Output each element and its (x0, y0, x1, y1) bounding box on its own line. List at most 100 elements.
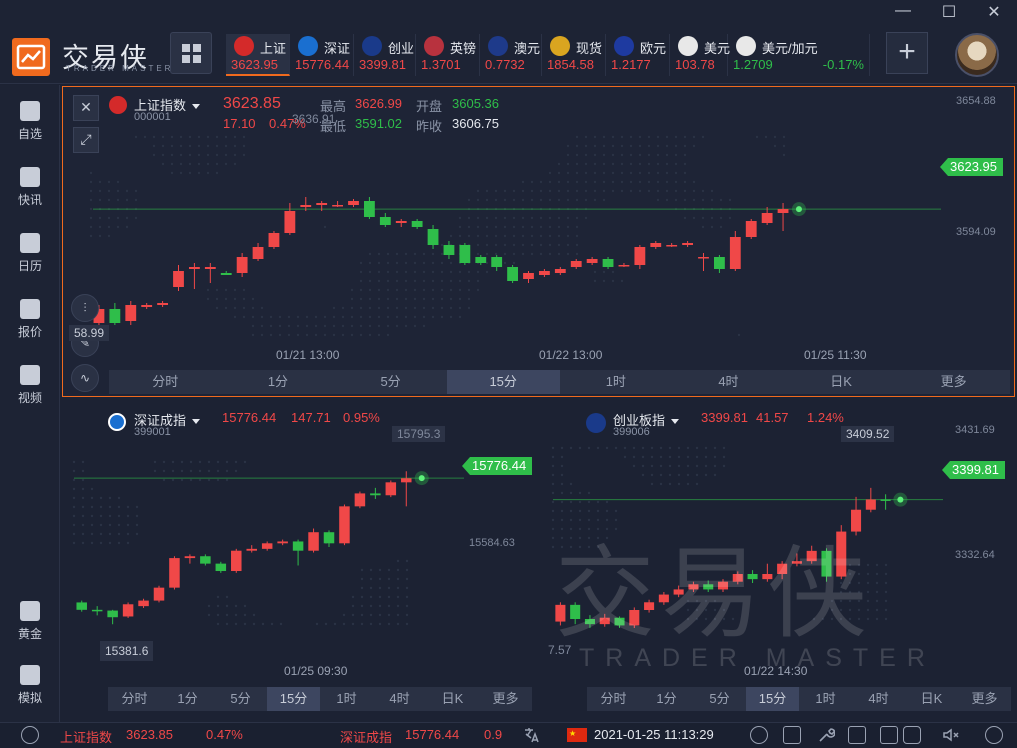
period-tab-1[interactable]: 分时 (108, 687, 161, 711)
candle (762, 563, 773, 582)
indicator-tool[interactable]: ∿ (71, 364, 99, 392)
ticker-2[interactable]: 深证 15776.44 (290, 34, 354, 76)
candle-body (555, 604, 566, 622)
candle (401, 471, 412, 507)
candle-body (261, 543, 273, 549)
close-button[interactable]: ✕ (982, 2, 1006, 22)
period-tab-2[interactable]: 1分 (640, 687, 693, 711)
candle-body (200, 556, 211, 564)
candle (395, 219, 407, 227)
candle-body (268, 233, 280, 247)
news-icon (20, 167, 40, 187)
sidebar-item-7[interactable]: 模拟 (0, 657, 60, 713)
ticker-9[interactable]: 美元/加元 1.2709 -0.17% (728, 34, 870, 76)
app-grid-button[interactable] (170, 32, 212, 74)
contrast-icon[interactable] (750, 726, 768, 744)
mute-icon[interactable] (942, 726, 960, 744)
ticker-5[interactable]: 澳元 0.7732 (480, 34, 542, 76)
period-tab-2[interactable]: 1分 (222, 370, 335, 394)
candle (427, 225, 439, 249)
sidebar-item-label: 快讯 (17, 193, 42, 207)
sidebar-item-4[interactable]: 报价 (0, 291, 60, 347)
sidebar-item-3[interactable]: 日历 (0, 225, 60, 281)
period-tab-8[interactable]: 更多 (958, 687, 1011, 711)
ticker-6[interactable]: 现货 1854.58 (542, 34, 606, 76)
sidebar-item-5[interactable]: 视频 (0, 357, 60, 413)
period-tab-6[interactable]: 4时 (373, 687, 426, 711)
ticker-4[interactable]: 英镑 1.3701 (416, 34, 480, 76)
add-ticker-button[interactable]: + (886, 32, 928, 74)
candle (184, 554, 196, 564)
period-tab-7[interactable]: 日K (785, 370, 898, 394)
period-tab-6[interactable]: 4时 (852, 687, 905, 711)
period-tab-7[interactable]: 日K (905, 687, 958, 711)
minimize-button[interactable]: — (891, 2, 915, 22)
candle-body (599, 617, 610, 625)
expand-chart-button[interactable]: ⤢ (73, 127, 99, 153)
period-tab-4[interactable]: 15分 (446, 370, 560, 394)
headset-icon[interactable] (21, 726, 39, 744)
avatar[interactable] (955, 33, 999, 77)
candle (880, 494, 891, 510)
main-chart-panel[interactable]: ✕ ⤢ ⫶ ✎ ∿ 上证指数 000001 3623.85 17.10 0.47… (62, 86, 1015, 397)
settings-gear-icon[interactable] (985, 726, 1003, 744)
candle-body (76, 602, 87, 610)
period-tab-3[interactable]: 5分 (214, 687, 267, 711)
status-index2-name[interactable]: 深证成指 (340, 727, 392, 746)
ticker-1[interactable]: 上证 3623.95 (226, 34, 290, 76)
window-layout-icon[interactable] (783, 726, 801, 744)
period-tab-8[interactable]: 更多 (897, 370, 1010, 394)
candle-body (806, 550, 817, 562)
period-tab-5[interactable]: 1时 (320, 687, 373, 711)
candle (411, 219, 423, 229)
period-tab-5[interactable]: 1时 (799, 687, 852, 711)
sz-chart-panel[interactable]: 深证成指 399001 15776.44 147.71 0.95% 15795.… (62, 400, 538, 720)
ticker-name: 美元 (704, 41, 731, 56)
apps-icon[interactable] (848, 726, 866, 744)
ticker-8[interactable]: 美元 103.78 (670, 34, 731, 76)
period-tab-1[interactable]: 分时 (109, 370, 222, 394)
chart-price: 3399.81 (701, 410, 748, 425)
period-tab-3[interactable]: 5分 (334, 370, 447, 394)
period-tab-4[interactable]: 15分 (267, 687, 320, 711)
ticker-value: 1.2709 (733, 57, 773, 72)
status-index1-name[interactable]: 上证指数 (60, 727, 112, 746)
close-chart-button[interactable]: ✕ (73, 95, 99, 121)
ticker-3[interactable]: 创业 3399.81 (354, 34, 416, 76)
translate-icon[interactable] (522, 726, 540, 744)
sidebar-item-2[interactable]: 快讯 (0, 159, 60, 215)
wrench-icon[interactable] (817, 726, 836, 744)
candle (650, 241, 662, 249)
candle (200, 554, 211, 566)
candle (91, 606, 103, 616)
period-tab-3[interactable]: 5分 (693, 687, 746, 711)
sidebar-item-6[interactable]: 黄金 (0, 593, 60, 649)
bookmark-icon[interactable] (880, 726, 898, 744)
cy-chart-panel[interactable]: 创业板指 399006 3399.81 41.57 1.24% 3409.52 … (541, 400, 1017, 720)
period-tab-4[interactable]: 15分 (746, 687, 799, 711)
sidebar-item-label: 黄金 (17, 627, 42, 641)
candle-style-tool[interactable]: ⫶ (71, 294, 99, 322)
candle (252, 243, 264, 261)
candle (698, 253, 709, 271)
candle-body (385, 482, 397, 496)
period-tab-1[interactable]: 分时 (587, 687, 640, 711)
candle-body (107, 610, 118, 618)
candle (747, 570, 758, 583)
y-tick: 3594.09 (956, 226, 996, 238)
candle (570, 259, 582, 269)
candle (308, 528, 319, 553)
period-tab-6[interactable]: 4时 (672, 370, 785, 394)
period-tab-8[interactable]: 更多 (479, 687, 532, 711)
period-tab-2[interactable]: 1分 (161, 687, 214, 711)
period-tab-7[interactable]: 日K (426, 687, 479, 711)
camera-icon[interactable] (903, 726, 921, 744)
ticker-7[interactable]: 欧元 1.2177 (606, 34, 670, 76)
candle-body (570, 604, 581, 619)
candle-body (277, 541, 288, 544)
candle-body (348, 201, 359, 205)
candle (385, 480, 397, 498)
period-tab-5[interactable]: 1时 (560, 370, 673, 394)
maximize-button[interactable]: ☐ (937, 2, 961, 22)
sidebar-item-1[interactable]: 自选 (0, 93, 60, 149)
